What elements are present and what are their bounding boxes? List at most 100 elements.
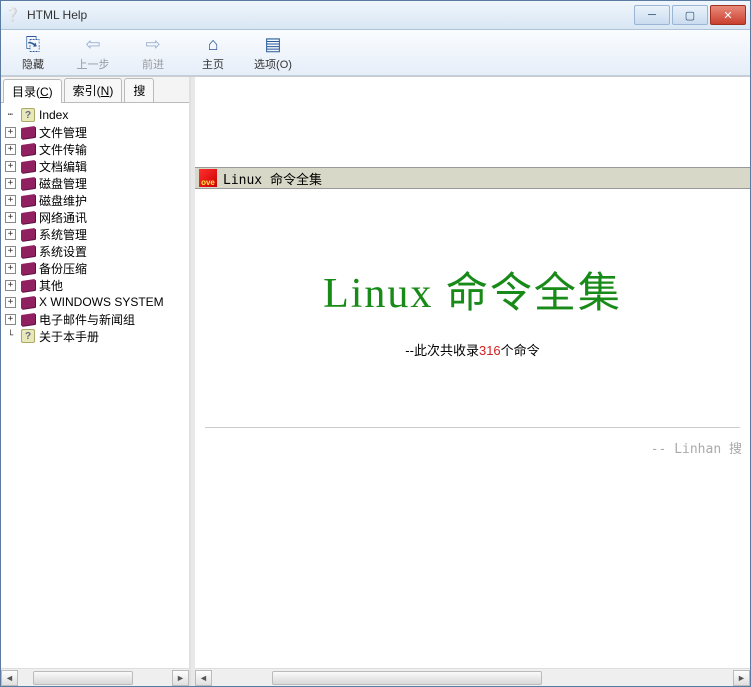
tab-contents[interactable]: 目录(C) [3, 79, 62, 103]
tree-node[interactable]: + 其他 [3, 277, 187, 293]
titlebar[interactable]: ❔ HTML Help ─ ▢ ✕ [1, 1, 750, 30]
book-icon [20, 176, 36, 190]
scroll-track[interactable] [212, 670, 733, 686]
back-icon: ⇦ [85, 34, 100, 56]
tab-index[interactable]: 索引(N) [64, 78, 123, 102]
expander-icon[interactable]: + [5, 314, 16, 325]
scroll-right-button[interactable]: ► [172, 670, 189, 686]
content-pane: ove Linux 命令全集 Linux 命令全集 --此次共收录316个命令 … [195, 77, 750, 686]
tab-search[interactable]: 搜 [124, 78, 154, 102]
tree-node[interactable]: + 磁盘维护 [3, 192, 187, 208]
tree-label: 系统管理 [39, 226, 87, 243]
tree-node[interactable]: + 网络通讯 [3, 209, 187, 225]
tree-connector: └ [5, 331, 16, 342]
scroll-thumb[interactable] [272, 671, 542, 685]
tree-label: 磁盘管理 [39, 175, 87, 192]
page-header: ove Linux 命令全集 [195, 167, 750, 189]
window-frame: ❔ HTML Help ─ ▢ ✕ ⎘隐藏 ⇦上一步 ⇨前进 ⌂主页 ▤选项(O) 目录… [0, 0, 751, 687]
tool-label: 隐藏 [22, 56, 44, 72]
tree-label: 网络通讯 [39, 209, 87, 226]
tree-label: 磁盘维护 [39, 192, 87, 209]
tree-label: 文件传输 [39, 141, 87, 158]
book-icon [20, 193, 36, 207]
tree-node[interactable]: ⋯?Index [3, 107, 187, 123]
tree-node[interactable]: + 备份压缩 [3, 260, 187, 276]
tree-label: 关于本手册 [39, 328, 99, 345]
home-icon: ⌂ [208, 34, 219, 56]
expander-icon[interactable]: + [5, 144, 16, 155]
tool-label: 选项(O) [254, 56, 292, 72]
content-scrollbar[interactable]: ◄ ► [195, 668, 750, 686]
book-icon [20, 125, 36, 139]
tree-view[interactable]: ⋯?Index + 文件管理 + 文件传输 + 文档编辑 + 磁盘管理 + 磁盘维护 + 网络通讯 + 系统… [1, 103, 189, 668]
header-text: Linux 命令全集 [223, 169, 322, 188]
content-body: ove Linux 命令全集 Linux 命令全集 --此次共收录316个命令 … [195, 77, 750, 668]
subtitle: --此次共收录316个命令 [195, 340, 750, 359]
main-area: 目录(C)索引(N)搜 ⋯?Index+文件管理+文件传输+文档编辑+磁盘管理+… [1, 76, 750, 686]
tree-node[interactable]: + 文档编辑 [3, 158, 187, 174]
expander-icon[interactable]: + [5, 212, 16, 223]
tree-label: 其他 [39, 277, 63, 294]
heart-icon: ove [199, 169, 217, 187]
maximize-button[interactable]: ▢ [672, 5, 708, 25]
page-title: Linux 命令全集 [195, 259, 750, 320]
tree-label: 备份压缩 [39, 260, 87, 277]
subtitle-suffix: 个命令 [501, 343, 540, 358]
expander-icon[interactable]: + [5, 229, 16, 240]
expander-icon[interactable]: + [5, 178, 16, 189]
tree-node[interactable]: + 系统设置 [3, 243, 187, 259]
tree-node[interactable]: + 文件传输 [3, 141, 187, 157]
scroll-left-button[interactable]: ◄ [1, 670, 18, 686]
tree-node[interactable]: + 文件管理 [3, 124, 187, 140]
tree-label: 文件管理 [39, 124, 87, 141]
book-icon [20, 244, 36, 258]
tree-node[interactable]: + X WINDOWS SYSTEM [3, 294, 187, 310]
nav-pane: 目录(C)索引(N)搜 ⋯?Index+文件管理+文件传输+文档编辑+磁盘管理+… [1, 77, 191, 686]
nav-scrollbar[interactable]: ◄ ► [1, 668, 189, 686]
tool-label: 主页 [202, 56, 224, 72]
expander-icon[interactable]: + [5, 127, 16, 138]
minimize-button[interactable]: ─ [634, 5, 670, 25]
scroll-track[interactable] [18, 670, 172, 686]
tab-strip: 目录(C)索引(N)搜 [1, 77, 189, 103]
toolbar: ⎘隐藏 ⇦上一步 ⇨前进 ⌂主页 ▤选项(O) [1, 30, 750, 76]
forward-button: ⇨前进 [129, 34, 177, 72]
book-icon [20, 295, 36, 309]
tree-label: Index [39, 108, 68, 122]
options-button[interactable]: ▤选项(O) [249, 34, 297, 72]
hide-button[interactable]: ⎘隐藏 [9, 34, 57, 72]
tool-label: 前进 [142, 56, 164, 72]
tree-node[interactable]: └?关于本手册 [3, 328, 187, 344]
tree-node[interactable]: +电子邮件与新闻组 [3, 311, 187, 327]
expander-icon[interactable]: + [5, 195, 16, 206]
scroll-right-button[interactable]: ► [733, 670, 750, 686]
tree-node[interactable]: + 磁盘管理 [3, 175, 187, 191]
book-icon [20, 210, 36, 224]
expander-icon[interactable]: + [5, 297, 16, 308]
close-button[interactable]: ✕ [710, 5, 746, 25]
expander-icon[interactable]: + [5, 246, 16, 257]
tree-label: 文档编辑 [39, 158, 87, 175]
expander-icon[interactable]: + [5, 280, 16, 291]
scroll-thumb[interactable] [33, 671, 133, 685]
divider [205, 427, 740, 428]
options-icon: ▤ [264, 34, 281, 56]
tool-label: 上一步 [77, 56, 110, 72]
tree-label: 系统设置 [39, 243, 87, 260]
book-icon [20, 142, 36, 156]
hide-icon: ⎘ [26, 34, 40, 56]
book-icon [20, 261, 36, 275]
subtitle-prefix: --此次共收录 [405, 343, 479, 358]
expander-icon[interactable]: + [5, 263, 16, 274]
home-button[interactable]: ⌂主页 [189, 34, 237, 72]
tree-label: X WINDOWS SYSTEM [39, 295, 164, 309]
back-button: ⇦上一步 [69, 34, 117, 72]
app-icon: ❔ [5, 7, 21, 23]
scroll-left-button[interactable]: ◄ [195, 670, 212, 686]
window-title: HTML Help [27, 8, 632, 22]
credit-text: -- Linhan 搜 [195, 438, 750, 457]
command-count: 316 [479, 343, 501, 358]
help-page-icon: ? [20, 329, 36, 343]
expander-icon[interactable]: + [5, 161, 16, 172]
tree-node[interactable]: + 系统管理 [3, 226, 187, 242]
